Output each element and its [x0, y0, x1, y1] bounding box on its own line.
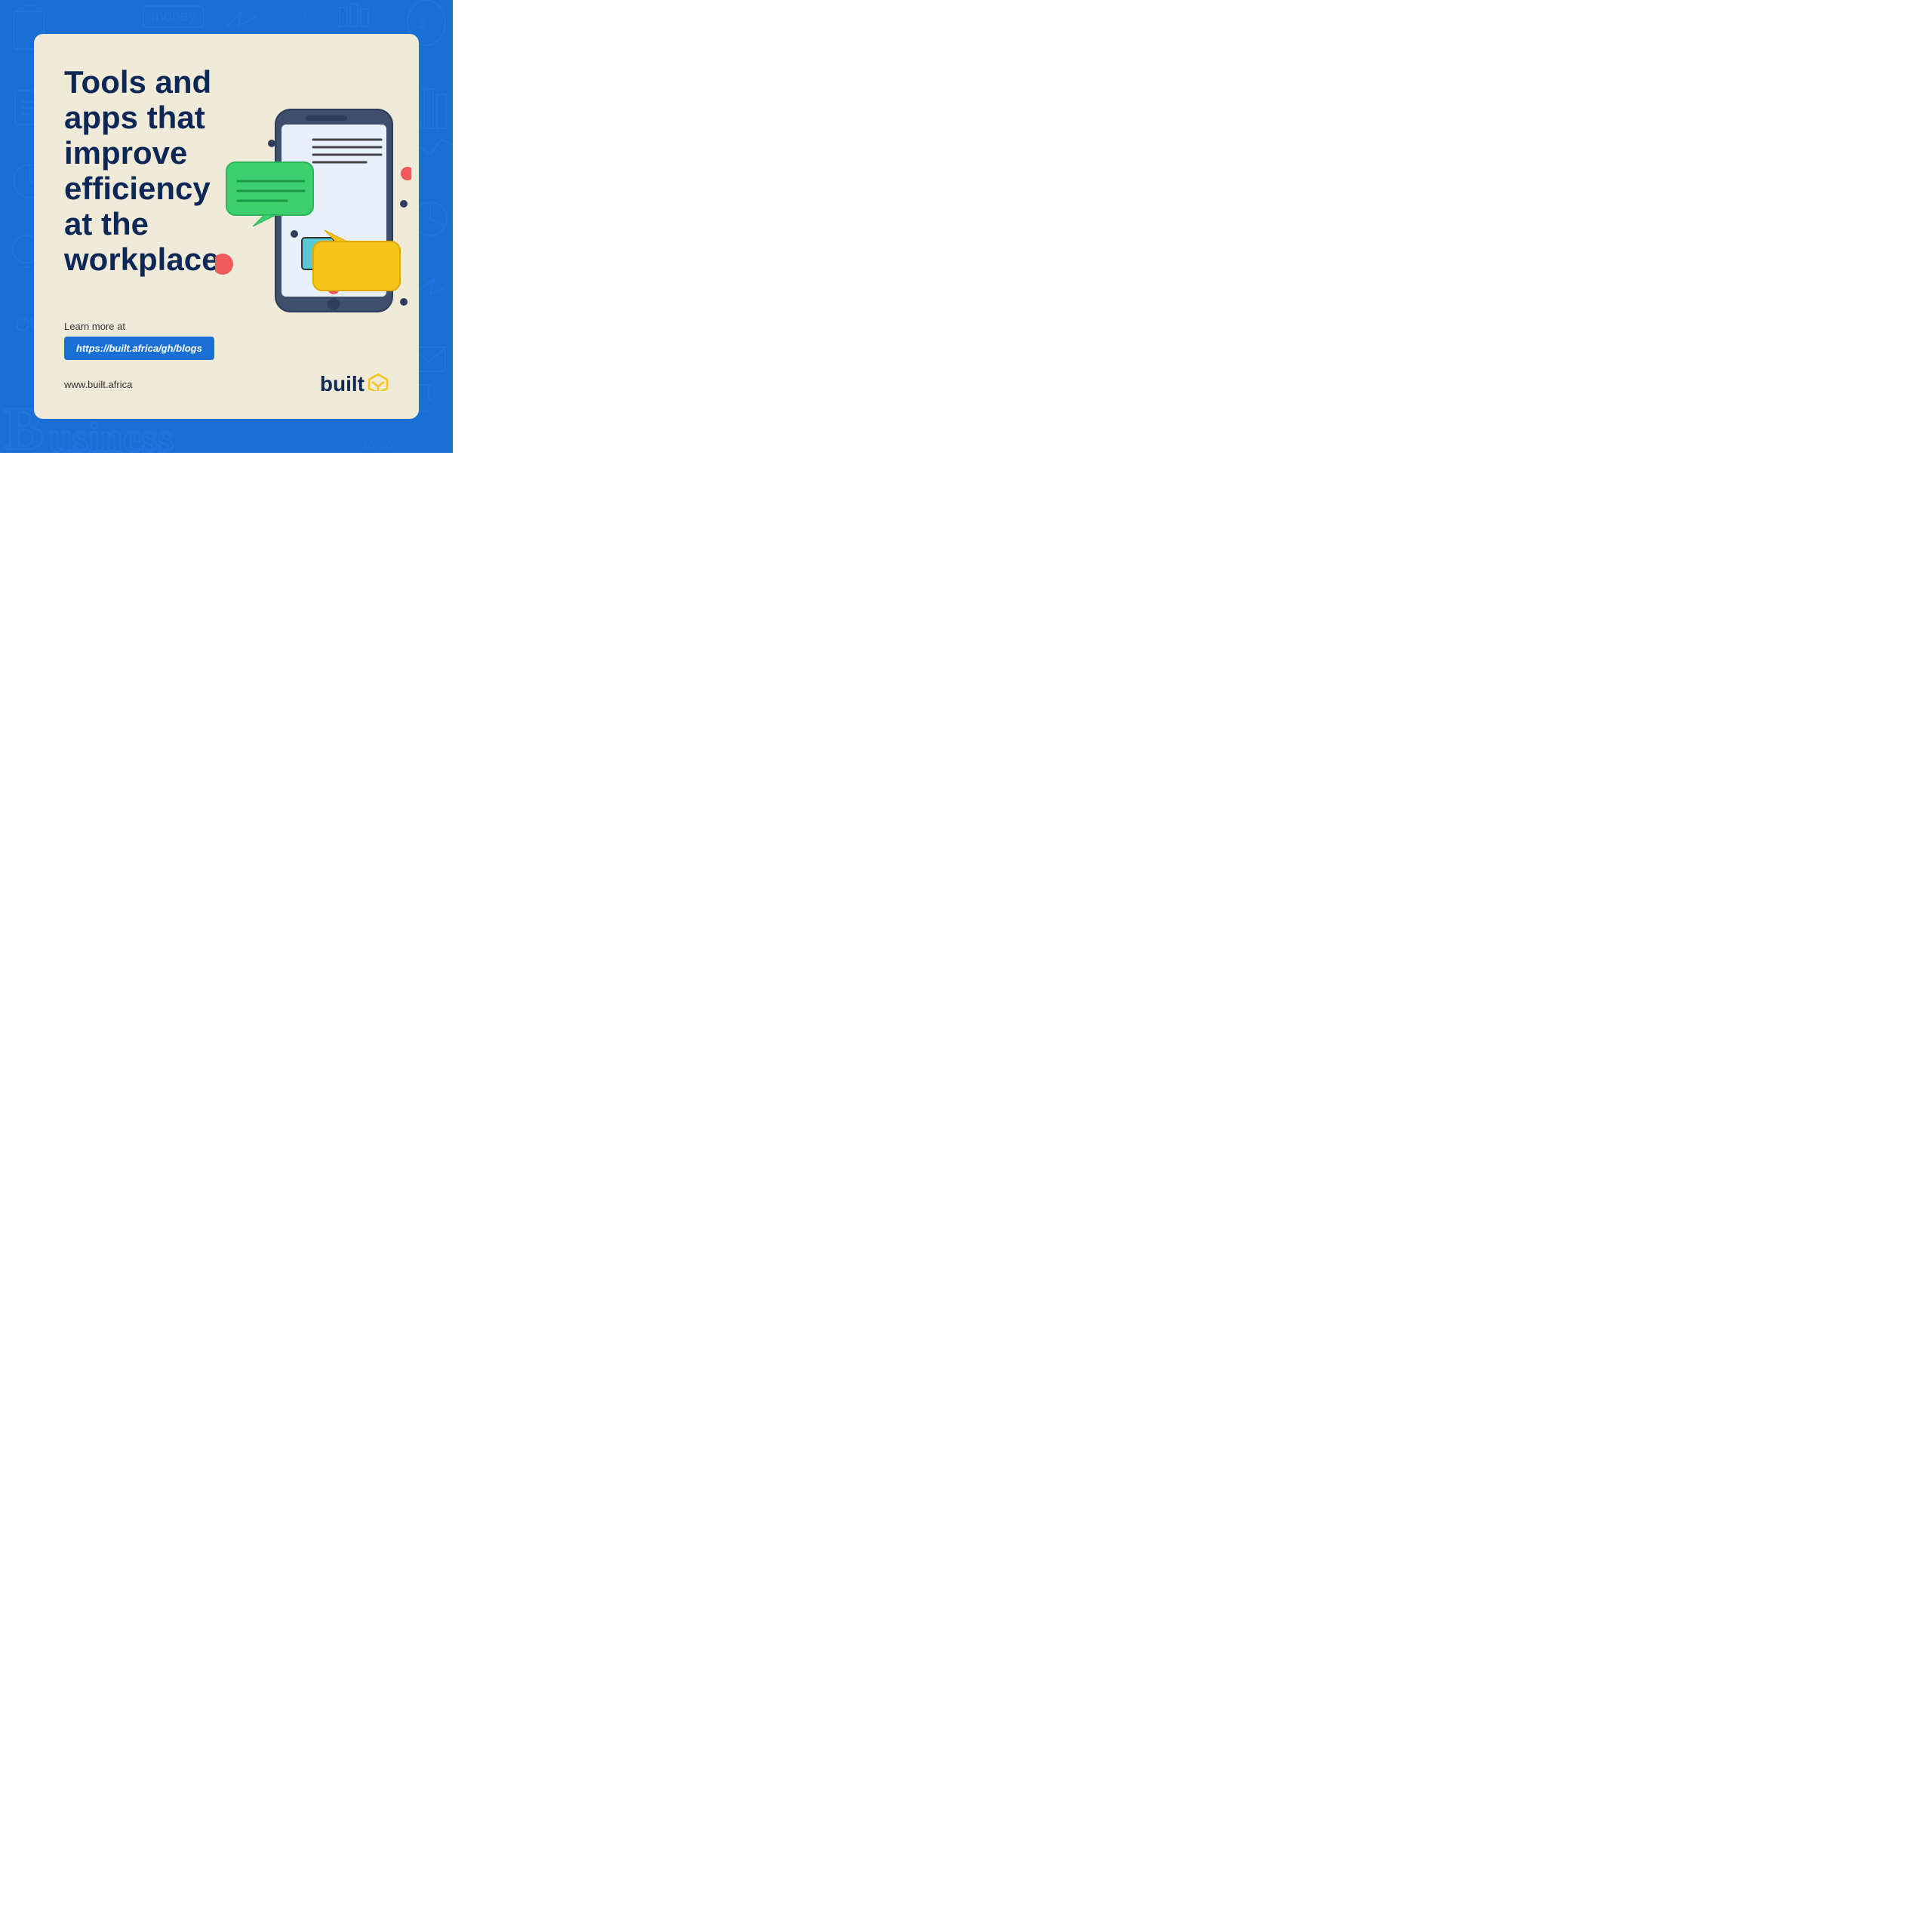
svg-text:60/: 60/: [381, 439, 396, 451]
svg-text:money: money: [151, 8, 196, 25]
url-link[interactable]: https://built.africa/gh/blogs: [64, 337, 214, 360]
svg-text:$: $: [419, 17, 426, 32]
brand-icon-symbol: [368, 373, 389, 395]
footer-row: www.built.africa built: [64, 372, 389, 396]
outer-border: B $: [0, 0, 453, 453]
svg-text:10%: 10%: [325, 23, 341, 32]
main-card: Tools and apps that improve efficiency a…: [34, 34, 419, 419]
phone-illustration: [215, 102, 411, 328]
svg-text:30/: 30/: [362, 439, 377, 451]
website-label: www.built.africa: [64, 379, 132, 390]
brand-name: built: [320, 372, 365, 396]
svg-text:usiness: usiness: [49, 414, 174, 453]
svg-text:40%: 40%: [302, 9, 323, 21]
brand-logo: built: [320, 372, 389, 396]
